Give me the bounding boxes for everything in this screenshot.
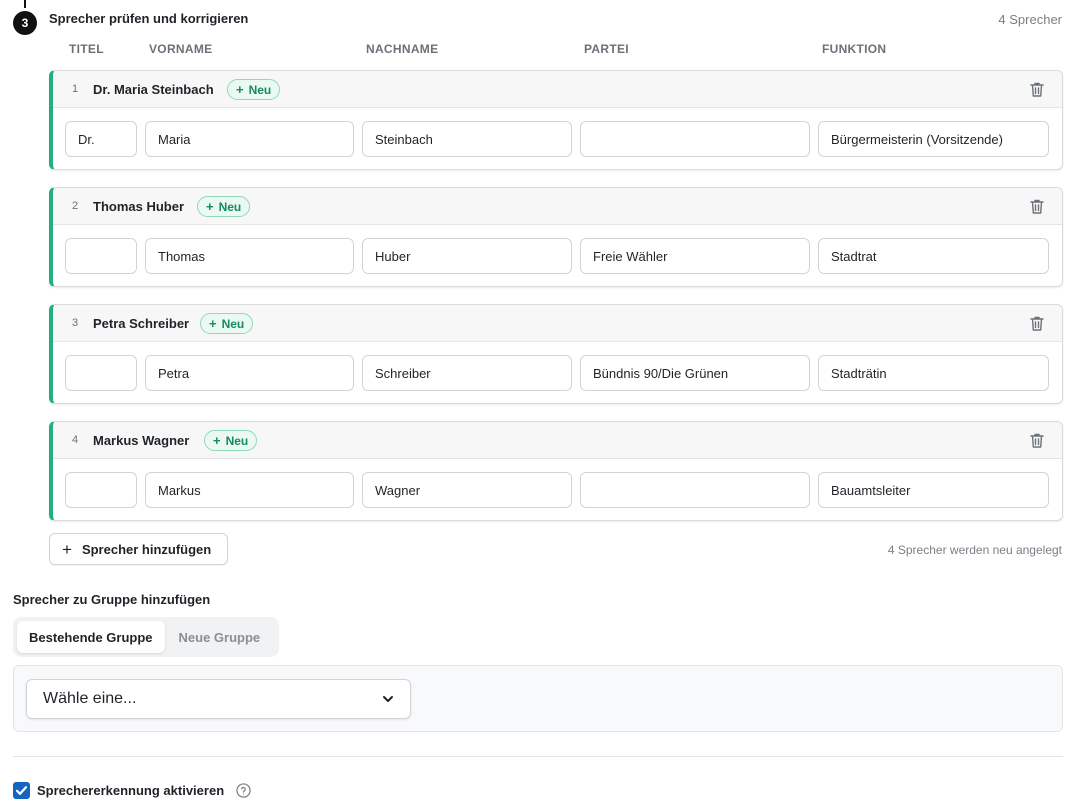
new-badge: + Neu xyxy=(227,79,281,100)
group-select[interactable]: Wähle eine... xyxy=(26,679,411,719)
tab-existing-group[interactable]: Bestehende Gruppe xyxy=(17,621,165,653)
new-badge-label: Neu xyxy=(225,433,249,448)
column-headers: TITEL VORNAME NACHNAME PARTEI FUNKTION xyxy=(0,42,1069,58)
vorname-field[interactable] xyxy=(145,472,354,508)
vorname-field[interactable] xyxy=(145,121,354,157)
vorname-field[interactable] xyxy=(145,238,354,274)
speaker-display-name: Markus Wagner xyxy=(93,433,190,448)
speaker-card-header: 1 Dr. Maria Steinbach + Neu xyxy=(53,71,1062,108)
new-speakers-note: 4 Sprecher werden neu angelegt xyxy=(887,543,1062,557)
new-badge-label: Neu xyxy=(248,82,272,97)
plus-icon: + xyxy=(206,199,214,214)
speaker-card-header: 2 Thomas Huber + Neu xyxy=(53,188,1062,225)
nachname-field[interactable] xyxy=(362,472,572,508)
speaker-display-name: Petra Schreiber xyxy=(93,316,190,331)
speaker-card-header: 4 Markus Wagner + Neu xyxy=(53,422,1062,459)
trash-icon[interactable] xyxy=(1029,198,1045,215)
group-mode-toggle: Bestehende Gruppe Neue Gruppe xyxy=(13,617,279,657)
partei-field[interactable] xyxy=(580,472,810,508)
new-badge: + Neu xyxy=(200,313,254,334)
funktion-field[interactable] xyxy=(818,238,1049,274)
add-speaker-button[interactable]: + Sprecher hinzufügen xyxy=(49,533,228,565)
group-select-panel: Wähle eine... xyxy=(13,665,1063,732)
partei-field[interactable] xyxy=(580,121,810,157)
vorname-field[interactable] xyxy=(145,355,354,391)
chevron-down-icon xyxy=(383,696,393,702)
column-header-titel: TITEL xyxy=(69,42,104,56)
tab-new-group[interactable]: Neue Gruppe xyxy=(167,621,273,653)
speaker-index: 3 xyxy=(72,317,79,329)
titel-field[interactable] xyxy=(65,238,137,274)
column-header-nachname: NACHNAME xyxy=(366,42,439,56)
plus-icon: + xyxy=(236,82,244,97)
step-number-badge: 3 xyxy=(13,11,37,35)
funktion-field[interactable] xyxy=(818,472,1049,508)
group-select-value: Wähle eine... xyxy=(43,690,137,707)
partei-field[interactable] xyxy=(580,238,810,274)
section-divider xyxy=(13,756,1063,757)
help-icon[interactable] xyxy=(236,783,251,798)
partei-field[interactable] xyxy=(580,355,810,391)
speaker-card-header: 3 Petra Schreiber + Neu xyxy=(53,305,1062,342)
trash-icon[interactable] xyxy=(1029,432,1045,449)
new-badge-label: Neu xyxy=(218,199,242,214)
speaker-index: 1 xyxy=(72,83,79,95)
column-header-partei: PARTEI xyxy=(584,42,629,56)
step-title: Sprecher prüfen und korrigieren xyxy=(49,11,249,26)
nachname-field[interactable] xyxy=(362,238,572,274)
trash-icon[interactable] xyxy=(1029,81,1045,98)
speaker-card: 3 Petra Schreiber + Neu xyxy=(49,304,1063,404)
funktion-field[interactable] xyxy=(818,355,1049,391)
nachname-field[interactable] xyxy=(362,355,572,391)
nachname-field[interactable] xyxy=(362,121,572,157)
new-badge-label: Neu xyxy=(221,316,245,331)
funktion-field[interactable] xyxy=(818,121,1049,157)
speaker-card: 4 Markus Wagner + Neu xyxy=(49,421,1063,521)
plus-icon: + xyxy=(209,316,217,331)
new-badge: + Neu xyxy=(204,430,258,451)
speaker-recognition-label: Sprechererkennung aktivieren xyxy=(37,783,225,798)
step-connector-line xyxy=(24,0,26,8)
plus-icon: + xyxy=(213,433,221,448)
speaker-index: 4 xyxy=(72,434,79,446)
trash-icon[interactable] xyxy=(1029,315,1045,332)
checkmark-icon xyxy=(15,786,28,795)
titel-field[interactable] xyxy=(65,472,137,508)
speaker-card: 1 Dr. Maria Steinbach + Neu xyxy=(49,70,1063,170)
speaker-display-name: Dr. Maria Steinbach xyxy=(93,82,214,97)
speaker-recognition-checkbox[interactable] xyxy=(13,782,30,799)
titel-field[interactable] xyxy=(65,355,137,391)
speaker-count: 4 Sprecher xyxy=(998,12,1062,27)
speaker-index: 2 xyxy=(72,200,79,212)
speaker-card: 2 Thomas Huber + Neu xyxy=(49,187,1063,287)
add-speaker-label: Sprecher hinzufügen xyxy=(81,541,212,557)
column-header-vorname: VORNAME xyxy=(149,42,213,56)
new-badge: + Neu xyxy=(197,196,251,217)
plus-icon: + xyxy=(62,539,72,559)
group-section-title: Sprecher zu Gruppe hinzufügen xyxy=(13,592,211,607)
titel-field[interactable] xyxy=(65,121,137,157)
speaker-display-name: Thomas Huber xyxy=(93,199,185,214)
column-header-funktion: FUNKTION xyxy=(822,42,887,56)
